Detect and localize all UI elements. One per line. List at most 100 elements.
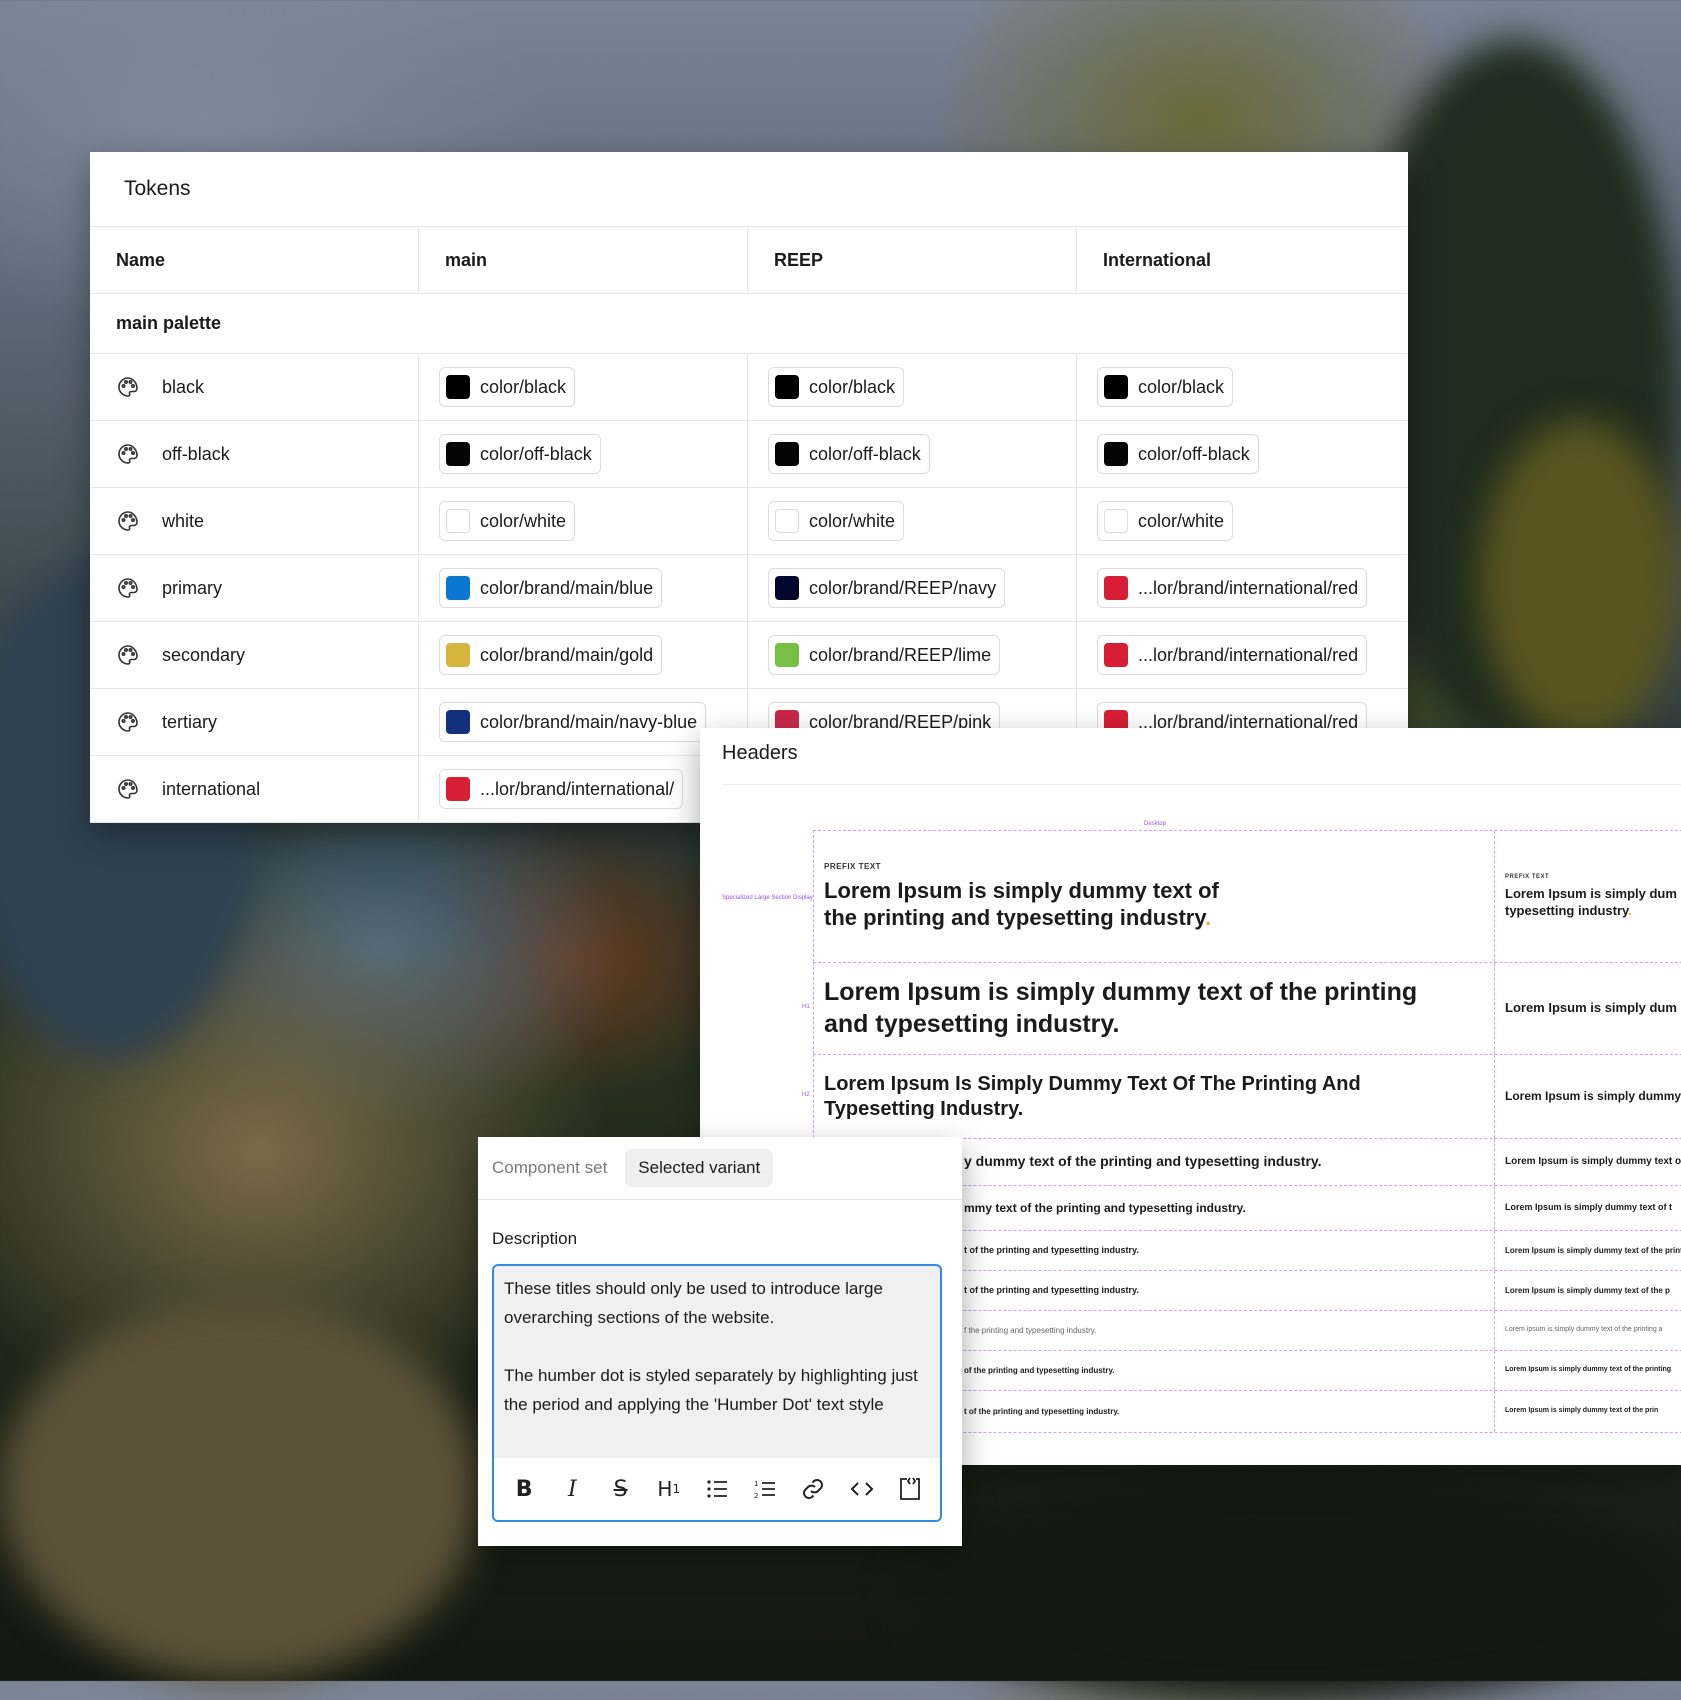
token-chip[interactable]: color/brand/main/navy-blue [439,702,707,742]
column-header-international[interactable]: International [1077,227,1408,293]
token-value-cell-main: ...lor/brand/international/ [419,756,748,822]
token-chip[interactable]: color/black [1097,367,1234,407]
tab-selected-variant[interactable]: Selected variant [625,1149,774,1187]
description-paragraph-1[interactable]: These titles should only be used to intr… [504,1274,930,1332]
palette-icon [116,442,140,466]
token-chip[interactable]: ...lor/brand/international/red [1097,635,1368,675]
header-sample-text-mobile: Lorem Ipsum is simply dummy text of the … [1505,1366,1672,1374]
side-label-h1: H1 [802,1004,810,1010]
header-sample-text-mobile: Lorem Ipsum is simply dummy text o [1505,1155,1681,1167]
token-chip[interactable]: color/off-black [439,434,601,474]
token-chip[interactable]: color/black [768,367,905,407]
token-chip[interactable]: color/white [768,501,905,541]
color-swatch [446,442,470,466]
side-label-display: Specialized Large Section Display [722,895,813,901]
token-row[interactable]: white color/white color/white color/white [90,488,1408,555]
numbered-list-icon[interactable]: 12 [750,1474,780,1504]
header-sample-text: t of the printing and typesetting indust… [964,1406,1120,1416]
token-value-cell-international: color/off-black [1077,421,1408,487]
token-chip[interactable]: color/brand/main/gold [439,635,663,675]
token-value-cell-main: color/brand/main/blue [419,555,748,621]
column-header-name[interactable]: Name [90,227,419,293]
header-style-row[interactable]: Lorem Ipsum is simply dummy text of the … [813,962,1681,1054]
token-chip[interactable]: color/brand/REEP/lime [768,635,1001,675]
header-sample-text-mobile: Lorem Ipsum is simply dum typesetting in… [1505,886,1677,918]
tokens-header-row: Name main REEP International [90,227,1408,294]
header-style-row[interactable]: PREFIX TEXT Lorem Ipsum is simply dummy t… [813,830,1681,962]
token-chip[interactable]: color/white [439,501,576,541]
palette-icon [116,777,140,801]
header-style-row[interactable]: Lorem Ipsum Is Simply Dummy Text Of The … [813,1054,1681,1138]
token-chip[interactable]: ...lor/brand/international/red [1097,568,1368,608]
token-value-cell-international: color/black [1077,354,1408,420]
token-value-cell-reep: color/brand/REEP/lime [748,622,1077,688]
token-value-cell-reep: color/white [748,488,1077,554]
token-chip-label: color/brand/REEP/navy [809,577,997,598]
token-name: black [162,376,205,397]
header-sample-text: t of the printing and typesetting indust… [964,1244,1139,1255]
svg-text:1: 1 [754,1480,758,1488]
component-tabs: Component set Selected variant [478,1137,962,1200]
section-main-palette: main palette [90,294,1408,354]
token-name-cell: black [90,354,419,420]
desktop-label: Desktop [1144,821,1167,827]
token-row[interactable]: off-black color/off-black color/off-black c… [90,421,1408,488]
link-icon[interactable] [798,1474,828,1504]
header-sample-text: Lorem Ipsum is simply dummy text of the … [824,978,1418,1038]
token-row[interactable]: secondary color/brand/main/gold color/bran… [90,622,1408,689]
header-sample-text-mobile: Lorem Ipsum is simply dummy [1505,1089,1681,1103]
column-header-main[interactable]: main [419,227,748,293]
token-chip-label: color/black [1138,376,1225,397]
column-header-reep[interactable]: REEP [748,227,1077,293]
code-icon[interactable] [847,1474,877,1504]
header-desktop-cell: Lorem Ipsum Is Simply Dummy Text Of The … [814,1055,1495,1138]
token-name: international [162,778,261,799]
token-name: off-black [162,443,230,464]
token-value-cell-main: color/black [419,354,748,420]
token-chip[interactable]: color/off-black [768,434,930,474]
token-chip[interactable]: color/off-black [1097,434,1259,474]
token-chip[interactable]: color/white [1097,501,1234,541]
token-name-cell: tertiary [90,689,419,755]
background-grass [900,1480,1680,1700]
humber-dot: . [1204,905,1212,930]
token-name-cell: international [90,756,419,822]
token-row[interactable]: primary color/brand/main/blue color/brand/… [90,555,1408,622]
token-value-cell-international: color/white [1077,488,1408,554]
palette-icon [116,576,140,600]
token-chip[interactable]: color/black [439,367,576,407]
bold-icon[interactable]: B [509,1474,539,1504]
token-chip[interactable]: color/brand/REEP/navy [768,568,1006,608]
color-swatch [1104,442,1128,466]
color-swatch [446,509,470,533]
token-chip-label: color/off-black [1138,443,1250,464]
header-mobile-cell: Lorem ipsum is simply dummy text of the … [1495,1311,1681,1350]
token-chip-label: color/white [1138,510,1225,531]
heading-icon[interactable]: H1 [654,1474,684,1504]
humber-dot-mobile: . [1628,902,1632,918]
token-chip[interactable]: ...lor/brand/international/ [439,769,684,809]
header-mobile-cell: Lorem Ipsum is simply dummy text of the … [1495,1271,1681,1310]
token-chip-label: color/brand/main/blue [480,577,654,598]
description-paragraph-2[interactable]: The humber dot is styled separately by h… [504,1361,930,1419]
code-block-icon[interactable] [895,1474,925,1504]
strikethrough-icon[interactable]: S [606,1474,636,1504]
description-editor[interactable]: These titles should only be used to intr… [492,1264,942,1522]
tab-component-set[interactable]: Component set [492,1158,607,1178]
prefix-text: PREFIX TEXT [824,861,882,871]
header-sample-text-mobile: Lorem Ipsum is simply dummy text of t [1505,1202,1673,1213]
italic-icon[interactable]: I [557,1474,587,1504]
color-swatch [446,643,470,667]
token-chip[interactable]: color/brand/main/blue [439,568,663,608]
color-swatch [1104,375,1128,399]
token-row[interactable]: black color/black color/black color/black [90,354,1408,421]
tokens-title: Tokens [90,152,1408,227]
token-name-cell: primary [90,555,419,621]
headers-title: Headers [722,742,798,764]
header-mobile-cell: Lorem Ipsum is simply dum [1495,963,1681,1054]
token-value-cell-main: color/off-black [419,421,748,487]
color-swatch [1104,643,1128,667]
description-text[interactable]: These titles should only be used to intr… [494,1266,940,1427]
bullet-list-icon[interactable] [702,1474,732,1504]
background-tree [1480,420,1680,740]
